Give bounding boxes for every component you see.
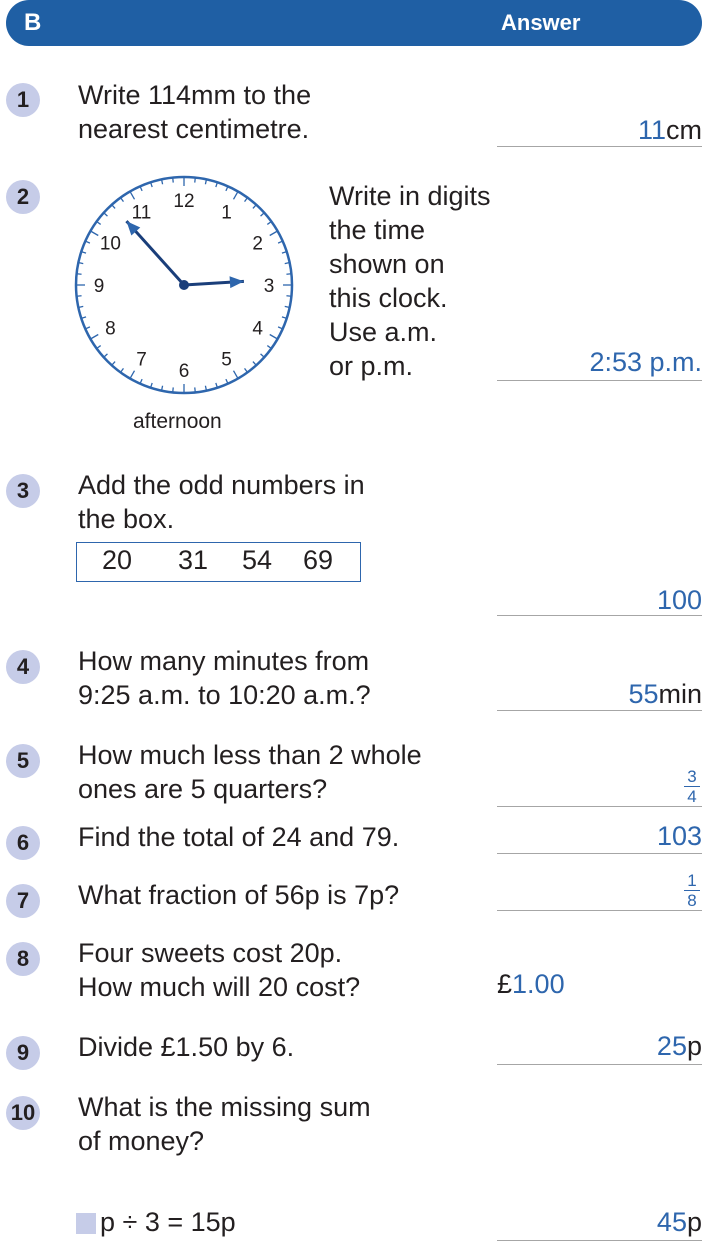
fraction-numerator: 3 (687, 767, 697, 786)
question-text: What fraction of 56p is 7p? (78, 880, 400, 910)
answer-line (497, 853, 702, 854)
answer-value: 11 (637, 115, 666, 145)
answer-fraction: 1 8 (684, 872, 700, 909)
number-box: 20 31 54 69 (76, 542, 361, 582)
answer-value: 25 (656, 1031, 687, 1061)
answer-unit: cm (666, 115, 702, 145)
question-text: Divide £1.50 by 6. (78, 1032, 295, 1062)
question-text: What is the missing sum of money? (78, 1092, 371, 1156)
question-number: 1 (6, 83, 40, 117)
fraction-numerator: 1 (687, 871, 697, 890)
answer: 11cm (638, 114, 702, 146)
clock-number: 3 (264, 276, 275, 297)
section-header: B Answer (6, 0, 702, 46)
clock-center (179, 280, 189, 290)
question-number: 6 (6, 826, 40, 860)
answer-line (497, 1240, 702, 1241)
answer-value: 2:53 p.m. (589, 347, 702, 377)
answer-value: 1.00 (512, 969, 565, 999)
question-number: 5 (6, 744, 40, 778)
clock-caption: afternoon (133, 410, 222, 433)
answer-fraction: 3 4 (684, 768, 700, 805)
answer-value: 103 (656, 821, 702, 851)
clock-number: 10 (100, 234, 121, 255)
missing-value-box (76, 1213, 96, 1234)
question-number: 8 (6, 942, 40, 976)
answer: 25p (657, 1030, 702, 1062)
clock-tick (76, 273, 82, 275)
clock-face: 121234567891011 (74, 175, 294, 395)
clock-number: 11 (132, 202, 152, 223)
question-number: 9 (6, 1036, 40, 1070)
answer-value: 100 (656, 585, 702, 615)
question-number: 3 (6, 474, 40, 508)
question-number: 10 (6, 1096, 40, 1130)
question-text: Write in digits the time shown on this c… (329, 181, 491, 381)
answer-line (497, 146, 702, 147)
clock-tick (286, 273, 292, 275)
answer-line (497, 806, 702, 807)
box-number: 31 (178, 545, 209, 575)
clock-tick (286, 295, 292, 297)
question-number: 4 (6, 650, 40, 684)
answer: 55min (628, 678, 702, 710)
answer-unit: min (658, 679, 702, 709)
answer: 45p (657, 1206, 702, 1238)
clock-number: 6 (179, 361, 190, 382)
clock-graphic: 121234567891011 (74, 175, 294, 395)
clock-number: 12 (173, 191, 194, 212)
clock-number: 7 (136, 350, 147, 371)
clock-tick (194, 387, 196, 393)
currency-symbol: £ (497, 969, 513, 999)
answer-line (497, 380, 702, 381)
equation: p ÷ 3 = 15p (100, 1207, 236, 1237)
fraction-denominator: 8 (687, 891, 697, 910)
answer-unit: p (686, 1207, 702, 1237)
clock-tick (194, 177, 196, 183)
answer-unit: p (686, 1031, 702, 1061)
clock-tick (172, 387, 174, 393)
clock-number: 8 (105, 319, 116, 340)
fraction-denominator: 4 (687, 787, 697, 806)
question-text: Add the odd numbers in the box. (78, 470, 365, 534)
question-number: 7 (6, 884, 40, 918)
question-text: How many minutes from 9:25 a.m. to 10:20… (78, 646, 371, 710)
question-number: 2 (6, 180, 40, 214)
answer-value: 45 (656, 1207, 687, 1237)
answer-value: 55 (628, 679, 659, 709)
box-number: 54 (242, 545, 273, 575)
box-number: 20 (102, 545, 133, 575)
answer-line (497, 615, 702, 616)
answer-column-label: Answer (501, 10, 581, 35)
answer-line (497, 710, 702, 711)
question-text: Write 114mm to the nearest centimetre. (78, 80, 312, 144)
answer-line (497, 1064, 702, 1065)
question-text: Four sweets cost 20p. How much will 20 c… (78, 938, 361, 1002)
clock-number: 1 (221, 202, 232, 223)
answer: £1.00 (497, 968, 565, 1000)
question-text: How much less than 2 whole ones are 5 qu… (78, 740, 422, 804)
clock-tick (172, 177, 174, 183)
section-letter: B (24, 9, 42, 36)
clock-tick (76, 295, 82, 297)
answer-line (497, 910, 702, 911)
clock-number: 9 (94, 276, 105, 297)
clock-number: 4 (252, 319, 263, 340)
clock-number: 5 (221, 350, 232, 371)
box-number: 69 (303, 545, 334, 575)
question-text: Find the total of 24 and 79. (78, 822, 400, 852)
clock-number: 2 (252, 234, 263, 255)
